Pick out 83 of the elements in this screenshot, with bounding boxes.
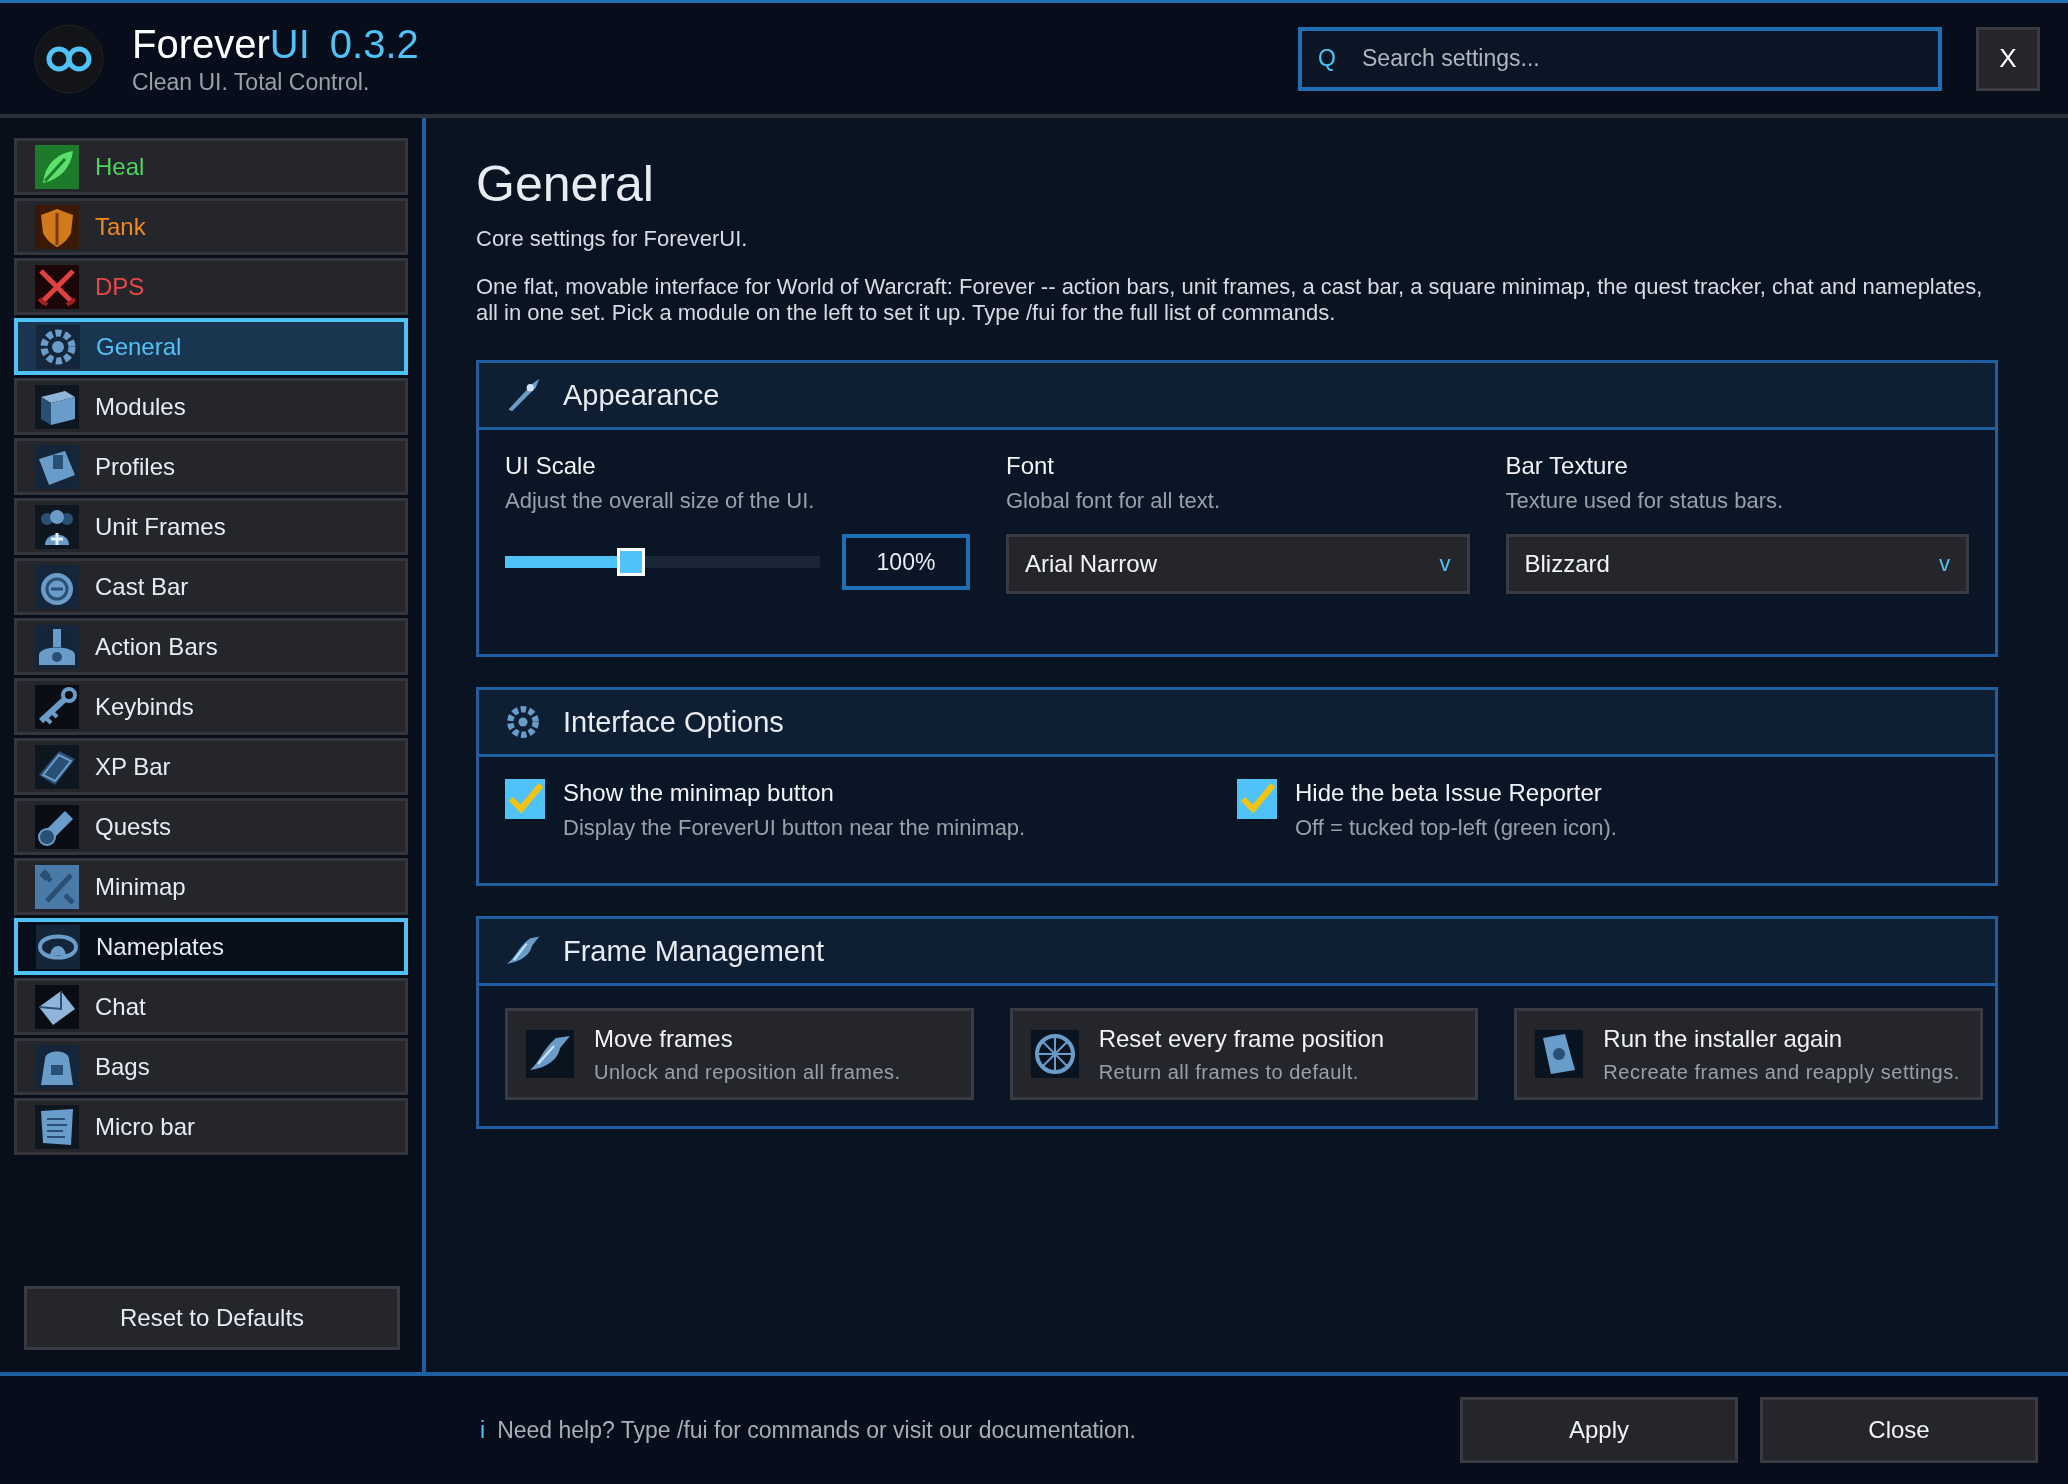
sidebar-item[interactable]: Modules bbox=[14, 378, 408, 435]
sidebar-item[interactable]: Cast Bar bbox=[14, 558, 408, 615]
sidebar-item[interactable]: Unit Frames bbox=[14, 498, 408, 555]
book-icon bbox=[35, 744, 79, 789]
checkbox[interactable] bbox=[1237, 779, 1277, 819]
sidebar-item-label: Profiles bbox=[95, 452, 176, 481]
search-icon: Q bbox=[1318, 44, 1336, 71]
sidebar-item-label: Bags bbox=[95, 1052, 150, 1081]
action-button[interactable]: Run the installer again Recreate frames and reapply settings. bbox=[1514, 1008, 1983, 1100]
note-icon bbox=[35, 1104, 79, 1149]
sidebar-item-label: Unit Frames bbox=[95, 512, 226, 541]
help-text: Need help? Type /fui for commands or visit our documentation. bbox=[497, 1416, 1136, 1444]
section-title: Appearance bbox=[563, 378, 720, 412]
people-icon bbox=[35, 504, 79, 549]
slider-thumb[interactable] bbox=[617, 548, 645, 576]
page-title: General bbox=[476, 155, 655, 214]
page-description: One flat, movable interface for World of Warcraft: Forever -- action bars, unit frames, a cast bar, a square minimap, the quest tracker, chat and nameplates, all in one set. Pick a module on the left to set it up. Type /fui for the full list of commands. bbox=[476, 274, 1984, 326]
sidebar-item[interactable]: Quests bbox=[14, 798, 408, 855]
app-title: ForeverUI 0.3.2 bbox=[132, 21, 419, 67]
sidebar-item-label: Chat bbox=[95, 992, 146, 1021]
sidebar-item-label: Keybinds bbox=[95, 692, 194, 721]
info-icon: i bbox=[480, 1416, 486, 1444]
sidebar-item[interactable]: XP Bar bbox=[14, 738, 408, 795]
action-button[interactable]: Reset every frame position Return all frames to default. bbox=[1009, 1008, 1479, 1100]
setting-label: Bar Texture bbox=[1505, 452, 1629, 480]
bag-icon bbox=[35, 1044, 79, 1089]
sidebar-item-label: Modules bbox=[95, 392, 186, 421]
sidebar-item[interactable]: Tank bbox=[14, 198, 408, 255]
setting-hint: Global font for all text. bbox=[1006, 488, 1221, 514]
sidebar-item-label: Quests bbox=[95, 812, 172, 841]
sidebar-item-label: Action Bars bbox=[95, 632, 218, 661]
reset-to-defaults-button[interactable]: Reset to Defaults bbox=[24, 1286, 400, 1350]
close-button[interactable]: Close bbox=[1760, 1397, 2038, 1463]
sidebar-item-label: Minimap bbox=[95, 872, 186, 901]
section-title: Frame Management bbox=[563, 934, 825, 968]
sidebar-item[interactable]: General bbox=[14, 318, 408, 375]
sidebar-item-label: Micro bar bbox=[95, 1112, 196, 1141]
setting-hint: Adjust the overall size of the UI. bbox=[505, 488, 816, 514]
app-tagline: Clean UI. Total Control. bbox=[132, 69, 371, 96]
apply-button[interactable]: Apply bbox=[1460, 1397, 1738, 1463]
sidebar-item[interactable]: Bags bbox=[14, 1038, 408, 1095]
checkbox[interactable] bbox=[505, 779, 545, 819]
document-icon bbox=[35, 444, 79, 489]
dropdown[interactable]: Arial Narrow v bbox=[1006, 534, 1470, 594]
sidebar-item-label: Cast Bar bbox=[95, 572, 189, 601]
setting-label: UI Scale bbox=[505, 452, 597, 480]
crate-icon bbox=[35, 384, 79, 429]
page-subtitle: Core settings for ForeverUI. bbox=[476, 226, 749, 252]
sidebar-item[interactable]: Heal bbox=[14, 138, 408, 195]
setting-label: Font bbox=[1006, 452, 1056, 480]
crossed-swords-icon bbox=[35, 264, 79, 309]
scale-value-field[interactable]: 100% bbox=[842, 534, 970, 590]
sidebar-item[interactable]: Micro bar bbox=[14, 1098, 408, 1155]
sidebar-item[interactable]: Chat bbox=[14, 978, 408, 1035]
sidebar-item[interactable]: Action Bars bbox=[14, 618, 408, 675]
action-button[interactable]: Move frames Unlock and reposition all frames. bbox=[505, 1008, 974, 1100]
dropdown[interactable]: Blizzard v bbox=[1505, 534, 1969, 594]
shield-icon bbox=[35, 204, 79, 249]
sidebar-item-label: Tank bbox=[95, 212, 146, 241]
section-title: Interface Options bbox=[563, 705, 784, 739]
sidebar-item[interactable]: Minimap bbox=[14, 858, 408, 915]
wheel-icon bbox=[1030, 1030, 1079, 1078]
sidebar-item[interactable]: Keybinds bbox=[14, 678, 408, 735]
envelope-icon bbox=[35, 984, 79, 1029]
sidebar-item-label: DPS bbox=[95, 272, 145, 301]
sidebar-item-label: XP Bar bbox=[95, 752, 171, 781]
checkbox-label: Show the minimap button bbox=[563, 779, 835, 807]
leaf-icon bbox=[35, 144, 79, 189]
checkbox-hint: Off = tucked top-left (green icon). bbox=[1295, 815, 1617, 841]
sidebar-item-label: Nameplates bbox=[96, 932, 225, 961]
sidebar-item[interactable]: Profiles bbox=[14, 438, 408, 495]
infinity-logo-icon bbox=[34, 23, 104, 94]
setting-hint: Texture used for status bars. bbox=[1505, 488, 1785, 514]
x-button[interactable]: X bbox=[1976, 26, 2040, 91]
sidebar-item[interactable]: Nameplates bbox=[14, 918, 408, 975]
sidebar-item-label: Heal bbox=[95, 152, 145, 181]
coin-icon bbox=[35, 564, 79, 609]
sidebar-item-label: General bbox=[96, 332, 182, 361]
checkbox-hint: Display the ForeverUI button near the minimap. bbox=[563, 815, 1026, 841]
checkbox-label: Hide the beta Issue Reporter bbox=[1295, 779, 1603, 807]
scale-slider[interactable] bbox=[505, 548, 820, 576]
sidebar-item[interactable]: DPS bbox=[14, 258, 408, 315]
key-icon bbox=[35, 684, 79, 729]
